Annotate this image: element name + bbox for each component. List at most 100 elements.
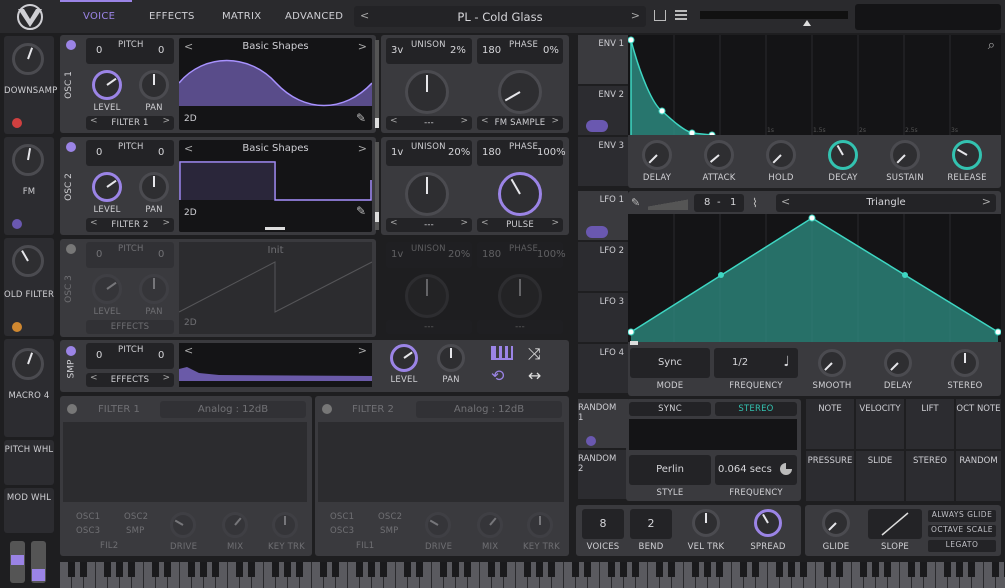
macro-2[interactable]: FM: [4, 137, 54, 235]
sampler-waveform[interactable]: < >: [179, 343, 372, 387]
macro-1[interactable]: DOWNSAMP: [4, 36, 57, 134]
lfo-paint-icon[interactable]: ✎: [631, 196, 640, 209]
filter2-mix-knob[interactable]: [477, 512, 503, 538]
env-decay-knob[interactable]: [828, 140, 858, 170]
macro-1-knob[interactable]: [12, 43, 44, 75]
octave-scale-toggle[interactable]: OCTAVE SCALE: [928, 525, 996, 537]
lfo-next-shape-icon[interactable]: >: [982, 195, 991, 208]
osc3-unison-box[interactable]: 1v UNISON 20%: [386, 242, 472, 268]
osc3-level-knob[interactable]: [92, 274, 122, 304]
sampler-transpose[interactable]: 0: [96, 350, 102, 361]
filter1-src-smp[interactable]: SMP: [126, 526, 144, 536]
osc1-edit-icon[interactable]: ✎: [356, 111, 366, 125]
osc2-tune[interactable]: 0: [158, 147, 164, 158]
filter1-type[interactable]: Analog : 12dB: [160, 401, 306, 418]
osc3-unison-detune[interactable]: 20%: [448, 249, 470, 260]
osc2-edit-icon[interactable]: ✎: [356, 204, 366, 218]
lfo-smooth-knob[interactable]: [818, 349, 846, 377]
osc1-phase-value[interactable]: 180: [482, 45, 501, 56]
sampler-keytrack-icon[interactable]: [491, 346, 513, 360]
osc1-phase-rand[interactable]: 0%: [543, 45, 559, 56]
osc1-wavetable[interactable]: < Basic Shapes > 2D ✎: [179, 38, 372, 130]
osc1-enable[interactable]: [66, 40, 76, 50]
random-sync[interactable]: SYNC: [629, 402, 711, 416]
osc1-destination[interactable]: < FILTER 1 >: [86, 116, 174, 130]
glide-knob[interactable]: [822, 509, 850, 537]
osc1-unison-detune[interactable]: 2%: [450, 45, 466, 56]
osc2-unison-detune[interactable]: 20%: [448, 147, 470, 158]
filter2-graph[interactable]: [318, 422, 564, 502]
always-glide-toggle[interactable]: ALWAYS GLIDE: [928, 510, 996, 522]
osc3-pitch-box[interactable]: 0 PITCH 0: [86, 242, 174, 268]
sampler-pan-knob[interactable]: [437, 344, 465, 372]
sampler-loop-icon[interactable]: ⟲: [491, 366, 504, 385]
filter2-type[interactable]: Analog : 12dB: [416, 401, 562, 418]
osc1-mod1[interactable]: < --- >: [386, 116, 472, 130]
osc2-wave-frame-slider[interactable]: [375, 142, 379, 230]
menu-icon[interactable]: [675, 10, 687, 20]
filter1-src-osc1[interactable]: OSC1: [76, 512, 100, 522]
osc2-distortion-knob[interactable]: [498, 172, 542, 216]
lfo-grid-x[interactable]: 8: [704, 197, 710, 208]
macro-3[interactable]: OLD FILTER: [4, 238, 54, 336]
osc2-pitch-box[interactable]: 0 PITCH 0: [86, 140, 174, 166]
tab-lfo3[interactable]: LFO 3: [578, 293, 628, 343]
osc3-pan-knob[interactable]: [139, 274, 169, 304]
osc3-wavetable[interactable]: Init 2D: [179, 242, 372, 334]
osc2-destination[interactable]: < FILTER 2 >: [86, 218, 174, 232]
sampler-destination[interactable]: < EFFECTS >: [86, 373, 174, 387]
mod-wheel[interactable]: [31, 541, 46, 583]
osc3-phase-rand[interactable]: 100%: [537, 249, 566, 260]
vel-track-knob[interactable]: [692, 509, 720, 537]
macro-4[interactable]: MACRO 4: [4, 339, 54, 437]
osc2-unison-box[interactable]: 1v UNISON 20%: [386, 140, 472, 166]
tab-advanced[interactable]: ADVANCED: [285, 11, 343, 22]
osc3-tune[interactable]: 0: [158, 249, 164, 260]
osc1-pan-knob[interactable]: [139, 70, 169, 100]
macro-2-knob[interactable]: [12, 144, 44, 176]
osc3-unison-knob[interactable]: [405, 274, 449, 318]
osc2-phase-value[interactable]: 180: [482, 147, 501, 158]
lfo-graph[interactable]: [628, 214, 1001, 342]
filter2-keytrack-knob[interactable]: [527, 512, 553, 538]
mod-oct-note[interactable]: OCT NOTE: [956, 399, 1001, 449]
osc2-pan-knob[interactable]: [139, 172, 169, 202]
tab-matrix[interactable]: MATRIX: [222, 11, 261, 22]
filter2-src-smp[interactable]: SMP: [380, 526, 398, 536]
lfo-phase-handle[interactable]: [630, 341, 638, 345]
osc2-unison-knob[interactable]: [405, 172, 449, 216]
filter1-keytrack-knob[interactable]: [272, 512, 298, 538]
osc2-next-wave-icon[interactable]: >: [358, 142, 367, 155]
osc2-mod2[interactable]: < PULSE >: [477, 218, 563, 232]
osc2-wavetable[interactable]: < Basic Shapes > 2D ✎: [179, 140, 372, 232]
osc1-level-knob[interactable]: [92, 70, 122, 100]
lfo-frequency[interactable]: 1/2 ♩: [714, 348, 798, 378]
osc2-phase-rand[interactable]: 100%: [537, 147, 566, 158]
random-stereo[interactable]: STEREO: [715, 402, 797, 416]
filter1-graph[interactable]: [63, 422, 307, 502]
sampler-tune[interactable]: 0: [158, 350, 164, 361]
lfo-mode[interactable]: Sync: [630, 348, 710, 378]
sampler-pitch-box[interactable]: 0 PITCH 0: [86, 343, 174, 369]
filter2-src-fil[interactable]: FIL1: [356, 541, 374, 551]
random-frequency[interactable]: 0.064 secs: [715, 455, 797, 485]
filter1-src-osc3[interactable]: OSC3: [76, 526, 100, 536]
osc2-enable[interactable]: [66, 142, 76, 152]
osc1-unison-knob[interactable]: [405, 70, 449, 114]
preset-selector[interactable]: < PL - Cold Glass >: [354, 6, 646, 27]
filter1-src-osc2[interactable]: OSC2: [124, 512, 148, 522]
volume-meter[interactable]: [700, 11, 848, 19]
save-icon[interactable]: [654, 10, 666, 21]
filter1-mix-knob[interactable]: [222, 512, 248, 538]
osc2-level-knob[interactable]: [92, 172, 122, 202]
volume-handle-icon[interactable]: [803, 20, 811, 26]
lfo-grid-y[interactable]: 1: [730, 197, 736, 208]
tab-lfo4[interactable]: LFO 4: [578, 344, 628, 394]
mod-random[interactable]: RANDOM: [956, 451, 1001, 501]
mod-pressure[interactable]: PRESSURE: [806, 451, 854, 501]
env-hold-knob[interactable]: [766, 140, 796, 170]
osc1-wave-frame-slider[interactable]: [375, 40, 379, 128]
lfo-paint-shape[interactable]: [648, 196, 688, 210]
osc1-distortion-knob[interactable]: [498, 70, 542, 114]
osc3-unison-voices[interactable]: 1v: [391, 249, 403, 260]
